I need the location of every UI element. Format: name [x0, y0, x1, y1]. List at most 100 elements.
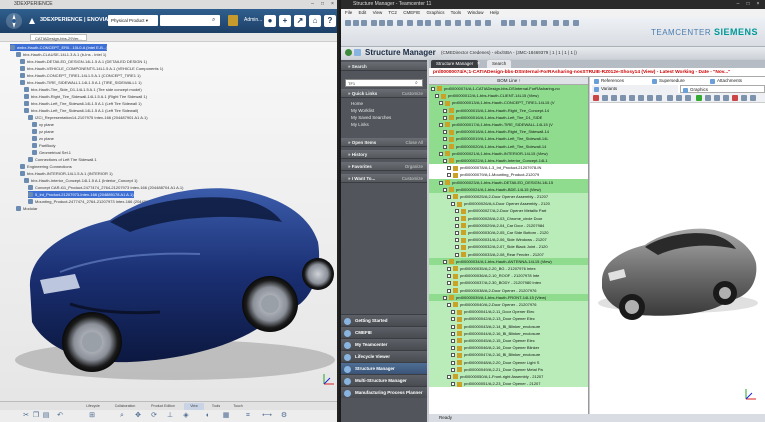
tab-variants[interactable]: Variants [592, 85, 678, 93]
filter-icon[interactable] [435, 20, 441, 26]
row-checkbox[interactable] [455, 216, 459, 221]
quick-link-home[interactable]: Home [351, 100, 363, 107]
save-icon[interactable] [361, 20, 367, 26]
search-header[interactable]: » Search [341, 62, 427, 71]
close-icon[interactable]: × [328, 0, 337, 9]
tab-touch[interactable]: Touch [228, 403, 248, 410]
row-checkbox[interactable] [455, 252, 459, 257]
app-lifecycle-viewer[interactable]: Lifecycle Viewer [341, 350, 427, 362]
menu-cmefie[interactable]: CMEFIE [403, 10, 420, 15]
rotate-icon[interactable]: ⟳ [150, 412, 158, 420]
menu-view[interactable]: View [373, 10, 383, 15]
table-row[interactable]: prd00000044/A;2-16_Bl_Blinker_enclosure [429, 329, 588, 337]
quick-links-header[interactable]: » Quick Links Customize [341, 89, 427, 98]
table-row[interactable]: prd00000036/A;2-10_ROOF - 21207978 Inte [429, 272, 588, 280]
table-row[interactable]: prd00000043/A;2-14_Bl_Blinker_enclosure [429, 322, 588, 330]
row-checkbox[interactable] [451, 317, 455, 322]
stop-icon[interactable] [732, 95, 738, 101]
collapse-icon[interactable] [425, 20, 431, 26]
pan-icon[interactable] [611, 95, 617, 101]
table-row[interactable]: prd00000042/A;2-13_Door Opener Elec [429, 315, 588, 323]
table-row[interactable]: prd00000012/A;1-bbs-Hauth-CLIENT-14L15 (… [429, 92, 588, 100]
row-checkbox[interactable] [443, 130, 447, 135]
tab-product-edition[interactable]: Product Edition [144, 403, 182, 410]
close-all-link[interactable]: Close All [405, 138, 423, 147]
table-row[interactable]: prd00000040/A;2-Door Opener - 21207976 [429, 301, 588, 309]
table-row[interactable]: prd00000026/A;4-Door Opener Assembly - 2… [429, 200, 588, 208]
revision-rule-icon[interactable] [531, 20, 537, 26]
row-checkbox[interactable] [447, 281, 451, 286]
new-icon[interactable] [345, 20, 351, 26]
zoom-icon[interactable] [602, 95, 608, 101]
user-name[interactable]: Admin... [244, 17, 262, 23]
customize-link[interactable]: Customize [402, 174, 423, 183]
print-icon[interactable] [455, 20, 461, 26]
menu-file[interactable]: File [345, 10, 352, 15]
row-checkbox[interactable] [451, 202, 455, 207]
table-row[interactable]: prd00000016/A;1-bbs-Hauth-Left_Tire_D1_S… [429, 113, 588, 121]
table-row[interactable]: prd00000017/A;1-bbs-Hauth-TIRE_SIDEWALL-… [429, 121, 588, 129]
tab-view[interactable]: View [184, 403, 204, 410]
graphics-icon[interactable] [553, 20, 559, 26]
i-want-to-header[interactable]: » I Want To... Customize [341, 174, 427, 183]
paste-icon[interactable] [387, 20, 393, 26]
row-checkbox[interactable] [439, 151, 443, 156]
table-row[interactable]: prd00000020/A;1-bbs-Hauth-Left_Tire_Side… [429, 142, 588, 150]
car-model[interactable] [0, 42, 339, 402]
table-row[interactable]: prd00000079/A;1-Mounting_Product-212079 [429, 171, 588, 179]
row-checkbox[interactable] [443, 158, 447, 163]
close-tab-icon[interactable]: × [477, 61, 480, 67]
table-row[interactable]: prd00000074/A;1-CATIADesign-bbs-DSIntern… [429, 85, 588, 93]
cut-icon[interactable]: ✂ [22, 412, 30, 420]
header-search-input[interactable] [160, 15, 220, 26]
expand-icon[interactable] [417, 20, 423, 26]
row-checkbox[interactable] [455, 230, 459, 235]
row-checkbox[interactable] [451, 346, 455, 351]
measure-icon[interactable] [696, 95, 702, 101]
row-checkbox[interactable] [439, 180, 443, 185]
table-row[interactable]: prd00000027/A;2-Door Opener Metallic Par… [429, 207, 588, 215]
app-structure-manager[interactable]: Structure Manager [341, 362, 427, 374]
table-row[interactable]: prd00000039/A;1-bbs-Hauth-FRONT-14L15 (V… [429, 293, 588, 301]
row-checkbox[interactable] [447, 173, 451, 178]
top-line-breadcrumb[interactable]: prd00000074/A;1-CATIADesign-bbs-DSIntern… [429, 68, 765, 77]
table-row[interactable]: prd00000045/A;2-15_Door Opener Elec [429, 337, 588, 345]
row-checkbox[interactable] [451, 382, 455, 387]
customize-link[interactable]: Customize [402, 89, 423, 98]
table-row[interactable]: prd00000035/A;2-20_BG - 21207976 Intex [429, 265, 588, 273]
favorites-header[interactable]: » Favorites Organize [341, 162, 427, 171]
tab-collaboration[interactable]: Collaboration [108, 403, 142, 410]
menu-graphics[interactable]: Graphics [426, 10, 444, 15]
table-row[interactable]: prd00000047/A;2-16_Bl_Blinker_enclosure [429, 351, 588, 359]
shaded-icon[interactable] [667, 95, 673, 101]
compass-icon[interactable] [5, 12, 23, 30]
render-style-icon[interactable]: ▦ [222, 412, 230, 420]
settings-icon[interactable] [741, 95, 747, 101]
row-checkbox[interactable] [447, 302, 451, 307]
normal-view-icon[interactable]: ⊥ [166, 412, 174, 420]
minimize-icon[interactable]: – [308, 0, 317, 9]
row-checkbox[interactable] [447, 288, 451, 293]
last-icon[interactable] [656, 95, 662, 101]
bom-table[interactable]: BOM Line ↑ prd00000074/A;1-CATIADesign-b… [429, 77, 589, 414]
close-icon[interactable]: × [753, 0, 763, 9]
row-checkbox[interactable] [447, 266, 451, 271]
row-checkbox[interactable] [451, 310, 455, 315]
table-row[interactable]: prd00000051/A;2-23_Door Opener - 21207 [429, 380, 588, 388]
row-checkbox[interactable] [455, 223, 459, 228]
axis-triad-icon[interactable] [320, 372, 336, 388]
axis-triad-icon[interactable] [742, 387, 758, 403]
row-checkbox[interactable] [443, 115, 447, 120]
app-multi-structure-manager[interactable]: Multi-Structure Manager [341, 374, 427, 386]
table-row[interactable]: prd00000046/A;2-16_Door Opener Blinker [429, 344, 588, 352]
row-checkbox[interactable] [447, 374, 451, 379]
menu-tc2[interactable]: TC2 [388, 10, 397, 15]
tab-supersedure[interactable]: Supersedure [650, 77, 708, 85]
checkout-icon[interactable] [475, 20, 481, 26]
table-row[interactable]: prd00000019/A;1-bbs-Hauth-Left_Tire_Side… [429, 135, 588, 143]
menu-tools[interactable]: Tools [451, 10, 462, 15]
table-row[interactable]: prd00000029/A;2-04_Car Door - 21207984 [429, 221, 588, 229]
table-row[interactable]: prd00000038/A;2-Door Opener - 21207976 [429, 286, 588, 294]
row-checkbox[interactable] [443, 108, 447, 113]
search-input[interactable]: TF1 [345, 79, 423, 87]
